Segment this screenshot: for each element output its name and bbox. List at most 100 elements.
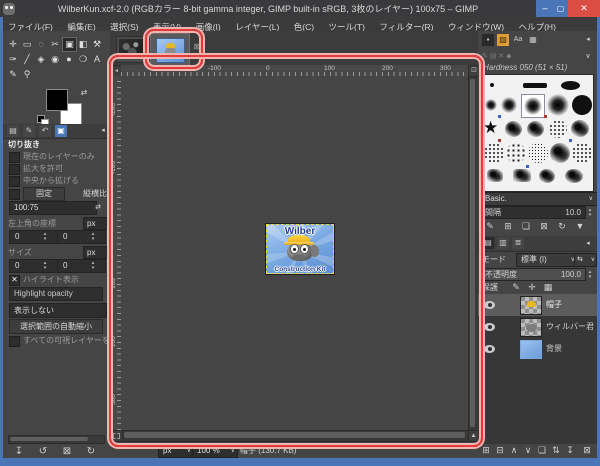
reset-tool-options-icon[interactable]: ↻	[85, 446, 97, 457]
image-tab-wilber[interactable]	[150, 33, 190, 66]
brush-item[interactable]	[565, 169, 583, 183]
fixed-aspect-dropdown[interactable]: 縦横比	[83, 189, 107, 199]
fixed-checkbox[interactable]	[9, 189, 20, 200]
horizontal-scrollbar[interactable]	[121, 430, 470, 442]
position-x-spinner[interactable]: ▴▾	[41, 232, 49, 242]
save-tool-preset-icon[interactable]: ↧	[13, 446, 25, 457]
brush-item[interactable]	[506, 143, 526, 163]
size-unit-dropdown[interactable]: px	[83, 246, 110, 259]
tool-text-icon[interactable]: A	[90, 52, 104, 66]
layer-thumbnail-wilber[interactable]	[520, 318, 542, 337]
close-button[interactable]: ✕	[568, 0, 600, 17]
brush-item-star[interactable]: ★	[483, 119, 498, 137]
edit-brush-icon[interactable]: ✎	[484, 221, 496, 232]
brush-grid[interactable]: ★	[480, 74, 594, 192]
layer-opacity-slider[interactable]: 不透明度 100.0	[480, 268, 586, 281]
brush-item[interactable]	[528, 143, 548, 163]
brush-item[interactable]	[549, 120, 567, 138]
dock-menu-arrow-icon[interactable]: ◂	[583, 238, 593, 249]
brush-item[interactable]	[572, 95, 592, 115]
tool-move-icon[interactable]: ✛	[6, 37, 20, 51]
foreground-color-swatch[interactable]	[46, 89, 68, 111]
visibility-eye-icon[interactable]	[484, 301, 495, 309]
position-y-input[interactable]: 0	[57, 230, 106, 244]
chevron-down-icon[interactable]: ∨	[583, 51, 593, 62]
tool-pencil-icon[interactable]: ╱	[20, 52, 34, 66]
layer-name[interactable]: ウィルバー君	[546, 322, 594, 332]
dock-tab-patterns-icon[interactable]: ▦	[527, 34, 539, 46]
duplicate-layer-icon[interactable]: ❏	[536, 445, 548, 456]
lock-position-icon[interactable]: ✛	[526, 282, 538, 293]
dock-tab-undo-history-icon[interactable]: ↶	[39, 125, 51, 137]
layer-row-hat[interactable]: 帽子	[478, 294, 597, 316]
portrait-landscape-icon[interactable]: ⇄	[93, 202, 103, 213]
guides-dropdown[interactable]: 表示しない	[9, 303, 107, 318]
expand-from-center-checkbox[interactable]	[9, 176, 20, 187]
delete-brush-icon[interactable]: ⊠	[538, 221, 550, 232]
layer-opacity-spinner[interactable]: ▴▾	[586, 270, 594, 280]
size-width-spinner[interactable]: ▴▾	[41, 261, 49, 271]
brush-filter-icons[interactable]: ✎ ▤ ✕ ◆	[482, 52, 512, 62]
brush-preset-dropdown[interactable]: Basic. ∨	[480, 192, 597, 206]
refresh-brushes-icon[interactable]: ↻	[556, 221, 568, 232]
brush-item[interactable]	[505, 121, 522, 137]
layer-name[interactable]: 帽子	[546, 300, 562, 310]
size-width-input[interactable]: 0	[9, 259, 58, 273]
new-layer-group-icon[interactable]: ⊟	[494, 445, 506, 456]
visibility-eye-icon[interactable]	[484, 345, 495, 353]
layers-only-checkbox[interactable]	[9, 152, 20, 163]
raise-layer-icon[interactable]: ∧	[508, 445, 520, 456]
dock-tab-layers-icon[interactable]: ▤	[482, 237, 494, 249]
highlight-checkbox[interactable]: ✕	[9, 275, 20, 286]
tool-scissors-icon[interactable]: ✂	[48, 37, 62, 51]
horizontal-scrollbar-thumb[interactable]	[124, 432, 465, 438]
tool-smudge-icon[interactable]: ❍	[76, 52, 90, 66]
brush-item[interactable]	[550, 143, 570, 163]
anchor-layer-icon[interactable]: ↧	[564, 445, 576, 456]
restore-tool-preset-icon[interactable]: ↺	[37, 446, 49, 457]
layer-name[interactable]: 背景	[546, 344, 562, 354]
open-brush-icon[interactable]: ▼	[574, 221, 586, 232]
delete-tool-preset-icon[interactable]: ⊠	[61, 446, 73, 457]
tab-close-icon[interactable]: ⊠	[192, 41, 202, 52]
tool-zoom-icon[interactable]: ⚲	[20, 67, 34, 81]
lower-layer-icon[interactable]: ∨	[522, 445, 534, 456]
tool-gradient-icon[interactable]: ◈	[34, 52, 48, 66]
tool-crop-icon[interactable]: ▣	[62, 37, 77, 52]
tool-bucket-icon[interactable]: ⚒	[90, 37, 104, 51]
layer-thumbnail-hat[interactable]	[520, 296, 542, 315]
new-brush-icon[interactable]: ⊞	[502, 221, 514, 232]
dock-tab-image-icon[interactable]: ▪	[482, 34, 494, 46]
lock-alpha-icon[interactable]: ▦	[542, 282, 554, 293]
tool-blur-icon[interactable]: ●	[62, 52, 76, 66]
brush-item[interactable]	[484, 143, 504, 163]
brush-item-selected[interactable]	[521, 94, 545, 118]
dock-tab-active-icon[interactable]: ▣	[55, 125, 67, 137]
maximize-button[interactable]: ▢	[553, 0, 568, 17]
layer-row-wilber[interactable]: ウィルバー君	[478, 316, 597, 338]
dock-menu-arrow-icon[interactable]: ◂	[98, 125, 108, 136]
mode-group-switch[interactable]: ⇆ ∨	[574, 253, 597, 267]
status-unit-dropdown[interactable]: px ∨	[158, 444, 194, 458]
delete-layer-icon[interactable]: ⊠	[581, 445, 593, 456]
brush-item[interactable]	[539, 169, 555, 183]
allow-growing-checkbox[interactable]	[9, 164, 20, 175]
canvas-image[interactable]: Wilber Construction Kit	[266, 224, 334, 274]
merge-layer-icon[interactable]: ⇅	[550, 445, 562, 456]
brush-item[interactable]	[485, 99, 497, 111]
layer-thumbnail-background[interactable]	[520, 340, 542, 359]
dock-tab-tool-options-icon[interactable]: ▤	[7, 125, 19, 137]
size-height-spinner[interactable]: ▴▾	[89, 261, 97, 271]
dock-tab-brushes-icon[interactable]: ▨	[497, 34, 509, 46]
vertical-scrollbar-thumb[interactable]	[470, 79, 475, 427]
brush-spacing-spinner[interactable]: ▴▾	[586, 208, 594, 218]
position-y-spinner[interactable]: ▴▾	[89, 232, 97, 242]
brush-item[interactable]	[572, 143, 592, 163]
lock-pixels-icon[interactable]: ✎	[510, 282, 522, 293]
brush-item[interactable]	[571, 120, 589, 137]
visibility-eye-icon[interactable]	[484, 323, 495, 331]
fixed-button[interactable]: 固定	[23, 187, 65, 201]
tool-transform-icon[interactable]: ◧	[76, 37, 90, 51]
status-zoom-dropdown[interactable]: 100 % ∨	[192, 444, 238, 458]
tool-free-select-icon[interactable]: ◌	[34, 37, 48, 51]
